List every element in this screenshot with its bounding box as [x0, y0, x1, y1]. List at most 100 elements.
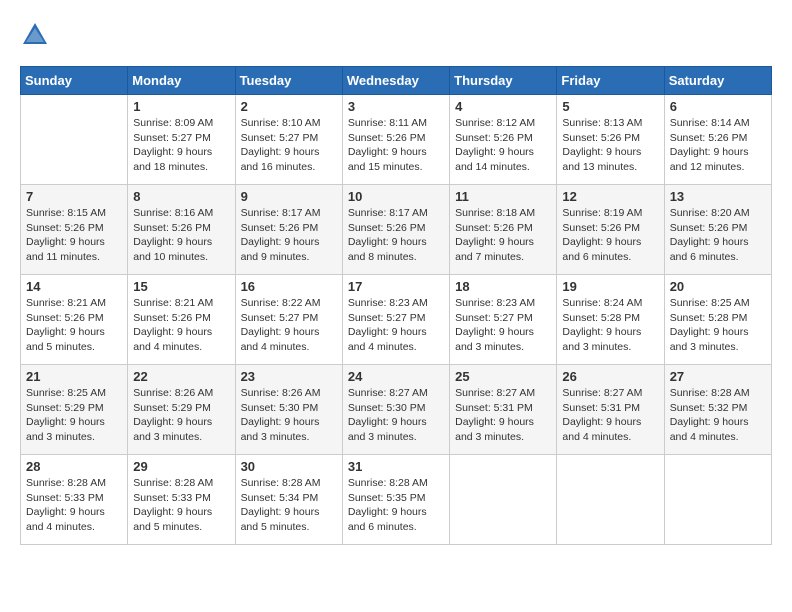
calendar-body: 1 Sunrise: 8:09 AM Sunset: 5:27 PM Daylig… [21, 95, 772, 545]
week-row-1: 1 Sunrise: 8:09 AM Sunset: 5:27 PM Daylig… [21, 95, 772, 185]
day-number: 23 [241, 369, 337, 384]
calendar-cell: 22 Sunrise: 8:26 AM Sunset: 5:29 PM Dayli… [128, 365, 235, 455]
calendar-cell: 29 Sunrise: 8:28 AM Sunset: 5:33 PM Dayli… [128, 455, 235, 545]
weekday-header-saturday: Saturday [664, 67, 771, 95]
day-number: 15 [133, 279, 229, 294]
calendar-table: SundayMondayTuesdayWednesdayThursdayFrid… [20, 66, 772, 545]
day-number: 11 [455, 189, 551, 204]
calendar-cell: 31 Sunrise: 8:28 AM Sunset: 5:35 PM Dayli… [342, 455, 449, 545]
day-number: 20 [670, 279, 766, 294]
day-number: 8 [133, 189, 229, 204]
calendar-cell: 27 Sunrise: 8:28 AM Sunset: 5:32 PM Dayli… [664, 365, 771, 455]
calendar-cell: 12 Sunrise: 8:19 AM Sunset: 5:26 PM Dayli… [557, 185, 664, 275]
day-number: 3 [348, 99, 444, 114]
day-number: 19 [562, 279, 658, 294]
calendar-cell: 11 Sunrise: 8:18 AM Sunset: 5:26 PM Dayli… [450, 185, 557, 275]
day-number: 22 [133, 369, 229, 384]
day-number: 7 [26, 189, 122, 204]
day-info: Sunrise: 8:26 AM Sunset: 5:29 PM Dayligh… [133, 386, 229, 445]
day-number: 28 [26, 459, 122, 474]
calendar-cell: 19 Sunrise: 8:24 AM Sunset: 5:28 PM Dayli… [557, 275, 664, 365]
calendar-cell [664, 455, 771, 545]
calendar-cell: 30 Sunrise: 8:28 AM Sunset: 5:34 PM Dayli… [235, 455, 342, 545]
day-number: 24 [348, 369, 444, 384]
week-row-3: 14 Sunrise: 8:21 AM Sunset: 5:26 PM Dayli… [21, 275, 772, 365]
calendar-cell: 7Sunrise: 8:15 AM Sunset: 5:26 PM Daylig… [21, 185, 128, 275]
day-info: Sunrise: 8:18 AM Sunset: 5:26 PM Dayligh… [455, 206, 551, 265]
day-info: Sunrise: 8:28 AM Sunset: 5:33 PM Dayligh… [133, 476, 229, 535]
calendar-cell: 13Sunrise: 8:20 AM Sunset: 5:26 PM Dayli… [664, 185, 771, 275]
day-info: Sunrise: 8:16 AM Sunset: 5:26 PM Dayligh… [133, 206, 229, 265]
calendar-cell: 17Sunrise: 8:23 AM Sunset: 5:27 PM Dayli… [342, 275, 449, 365]
calendar-cell: 18Sunrise: 8:23 AM Sunset: 5:27 PM Dayli… [450, 275, 557, 365]
day-number: 25 [455, 369, 551, 384]
day-number: 2 [241, 99, 337, 114]
day-number: 16 [241, 279, 337, 294]
calendar-cell: 6 Sunrise: 8:14 AM Sunset: 5:26 PM Daylig… [664, 95, 771, 185]
calendar-cell: 28 Sunrise: 8:28 AM Sunset: 5:33 PM Dayli… [21, 455, 128, 545]
weekday-header-monday: Monday [128, 67, 235, 95]
weekday-header-tuesday: Tuesday [235, 67, 342, 95]
day-number: 1 [133, 99, 229, 114]
day-info: Sunrise: 8:27 AM Sunset: 5:30 PM Dayligh… [348, 386, 444, 445]
weekday-header-sunday: Sunday [21, 67, 128, 95]
calendar-cell: 23 Sunrise: 8:26 AM Sunset: 5:30 PM Dayli… [235, 365, 342, 455]
day-info: Sunrise: 8:21 AM Sunset: 5:26 PM Dayligh… [133, 296, 229, 355]
calendar-cell: 8 Sunrise: 8:16 AM Sunset: 5:26 PM Daylig… [128, 185, 235, 275]
day-number: 27 [670, 369, 766, 384]
week-row-5: 28 Sunrise: 8:28 AM Sunset: 5:33 PM Dayli… [21, 455, 772, 545]
weekday-header-friday: Friday [557, 67, 664, 95]
day-info: Sunrise: 8:21 AM Sunset: 5:26 PM Dayligh… [26, 296, 122, 355]
day-number: 4 [455, 99, 551, 114]
day-info: Sunrise: 8:28 AM Sunset: 5:33 PM Dayligh… [26, 476, 122, 535]
calendar-cell: 1 Sunrise: 8:09 AM Sunset: 5:27 PM Daylig… [128, 95, 235, 185]
calendar-cell [450, 455, 557, 545]
weekday-row: SundayMondayTuesdayWednesdayThursdayFrid… [21, 67, 772, 95]
calendar-cell: 21 Sunrise: 8:25 AM Sunset: 5:29 PM Dayli… [21, 365, 128, 455]
day-info: Sunrise: 8:09 AM Sunset: 5:27 PM Dayligh… [133, 116, 229, 175]
day-info: Sunrise: 8:27 AM Sunset: 5:31 PM Dayligh… [455, 386, 551, 445]
day-info: Sunrise: 8:25 AM Sunset: 5:29 PM Dayligh… [26, 386, 122, 445]
day-info: Sunrise: 8:22 AM Sunset: 5:27 PM Dayligh… [241, 296, 337, 355]
day-info: Sunrise: 8:23 AM Sunset: 5:27 PM Dayligh… [348, 296, 444, 355]
day-info: Sunrise: 8:23 AM Sunset: 5:27 PM Dayligh… [455, 296, 551, 355]
day-info: Sunrise: 8:17 AM Sunset: 5:26 PM Dayligh… [241, 206, 337, 265]
day-number: 12 [562, 189, 658, 204]
day-info: Sunrise: 8:28 AM Sunset: 5:34 PM Dayligh… [241, 476, 337, 535]
calendar-cell: 26Sunrise: 8:27 AM Sunset: 5:31 PM Dayli… [557, 365, 664, 455]
day-number: 21 [26, 369, 122, 384]
calendar-cell: 16 Sunrise: 8:22 AM Sunset: 5:27 PM Dayli… [235, 275, 342, 365]
calendar-cell: 25 Sunrise: 8:27 AM Sunset: 5:31 PM Dayli… [450, 365, 557, 455]
day-info: Sunrise: 8:24 AM Sunset: 5:28 PM Dayligh… [562, 296, 658, 355]
calendar-cell [21, 95, 128, 185]
day-info: Sunrise: 8:26 AM Sunset: 5:30 PM Dayligh… [241, 386, 337, 445]
day-info: Sunrise: 8:14 AM Sunset: 5:26 PM Dayligh… [670, 116, 766, 175]
weekday-header-wednesday: Wednesday [342, 67, 449, 95]
day-info: Sunrise: 8:25 AM Sunset: 5:28 PM Dayligh… [670, 296, 766, 355]
week-row-4: 21 Sunrise: 8:25 AM Sunset: 5:29 PM Dayli… [21, 365, 772, 455]
calendar-cell: 15 Sunrise: 8:21 AM Sunset: 5:26 PM Dayli… [128, 275, 235, 365]
day-number: 14 [26, 279, 122, 294]
day-number: 30 [241, 459, 337, 474]
calendar-cell: 9 Sunrise: 8:17 AM Sunset: 5:26 PM Daylig… [235, 185, 342, 275]
day-info: Sunrise: 8:12 AM Sunset: 5:26 PM Dayligh… [455, 116, 551, 175]
calendar-cell: 20 Sunrise: 8:25 AM Sunset: 5:28 PM Dayli… [664, 275, 771, 365]
calendar-cell: 14 Sunrise: 8:21 AM Sunset: 5:26 PM Dayli… [21, 275, 128, 365]
day-info: Sunrise: 8:10 AM Sunset: 5:27 PM Dayligh… [241, 116, 337, 175]
week-row-2: 7Sunrise: 8:15 AM Sunset: 5:26 PM Daylig… [21, 185, 772, 275]
day-info: Sunrise: 8:28 AM Sunset: 5:35 PM Dayligh… [348, 476, 444, 535]
calendar-header: SundayMondayTuesdayWednesdayThursdayFrid… [21, 67, 772, 95]
calendar-cell: 10Sunrise: 8:17 AM Sunset: 5:26 PM Dayli… [342, 185, 449, 275]
calendar-cell: 5Sunrise: 8:13 AM Sunset: 5:26 PM Daylig… [557, 95, 664, 185]
day-number: 29 [133, 459, 229, 474]
day-number: 31 [348, 459, 444, 474]
day-info: Sunrise: 8:17 AM Sunset: 5:26 PM Dayligh… [348, 206, 444, 265]
day-number: 6 [670, 99, 766, 114]
weekday-header-thursday: Thursday [450, 67, 557, 95]
day-info: Sunrise: 8:13 AM Sunset: 5:26 PM Dayligh… [562, 116, 658, 175]
day-number: 9 [241, 189, 337, 204]
logo [20, 20, 54, 50]
calendar-cell [557, 455, 664, 545]
day-info: Sunrise: 8:28 AM Sunset: 5:32 PM Dayligh… [670, 386, 766, 445]
day-info: Sunrise: 8:19 AM Sunset: 5:26 PM Dayligh… [562, 206, 658, 265]
